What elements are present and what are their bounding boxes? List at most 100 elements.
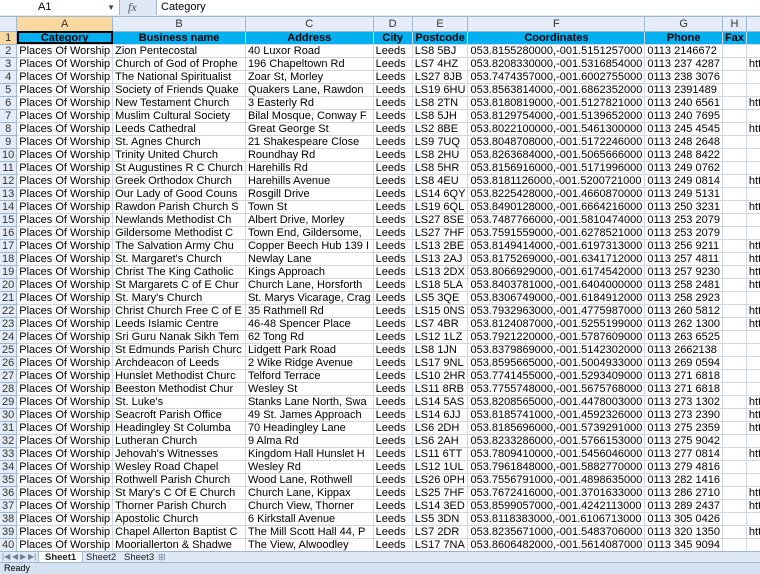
cell[interactable]: Leeds Cathedral — [112, 122, 246, 136]
cell[interactable]: Rothwell Parish Church — [112, 473, 246, 487]
cell[interactable]: 053.8181126000,-001.5200721000 — [467, 174, 646, 188]
cell[interactable]: 053.8185696000,-001.5739291000 — [467, 421, 646, 435]
cell[interactable]: Albert Drive, Morley — [245, 213, 374, 227]
cell[interactable]: Leeds — [373, 122, 413, 136]
cell[interactable]: 0113 249 5131 — [644, 187, 723, 201]
cell[interactable]: Places Of Worship — [16, 44, 114, 58]
cell[interactable] — [722, 148, 747, 162]
cell[interactable]: 0113 257 9230 — [644, 265, 723, 279]
cell[interactable]: http://www.stmargaretshorsforth.org.uk — [746, 278, 760, 292]
spreadsheet-grid[interactable]: ABCDEFGHIJ 1CategoryBusiness nameAddress… — [0, 17, 760, 551]
cell[interactable] — [722, 434, 747, 448]
cell[interactable]: http://www.leedsic.com — [746, 317, 760, 331]
cell[interactable]: 053.8129754000,-001.5139652000 — [467, 109, 646, 123]
cell[interactable]: 0113 250 3231 — [644, 200, 723, 214]
cell[interactable]: 0113 249 0814 — [644, 174, 723, 188]
cell[interactable] — [722, 213, 747, 227]
cell[interactable] — [746, 70, 760, 84]
cell[interactable]: LS6 2DH — [412, 421, 469, 435]
cell[interactable]: Places Of Worship — [16, 460, 114, 474]
cell[interactable]: 62 Tong Rd — [245, 330, 374, 344]
cell[interactable]: Leeds — [373, 252, 413, 266]
cell[interactable]: Leeds — [373, 369, 413, 383]
cell[interactable]: Places Of Worship — [16, 538, 114, 551]
column-header-b[interactable]: B — [112, 17, 246, 32]
cell[interactable]: Stanks Lane North, Swa — [245, 395, 374, 409]
cell[interactable]: Kingdom Hall Hunslet H — [245, 447, 374, 461]
cell[interactable]: 0113 262 1300 — [644, 317, 723, 331]
cell[interactable]: Church View, Thorner — [245, 499, 374, 513]
cell[interactable]: LS8 2HU — [412, 148, 469, 162]
cell[interactable]: 196 Chapeltown Rd — [245, 57, 374, 71]
cell[interactable]: Town End, Gildersome, — [245, 226, 374, 240]
cell[interactable]: Leeds — [373, 265, 413, 279]
cell[interactable]: 0113 279 4816 — [644, 460, 723, 474]
row-header[interactable]: 24 — [0, 330, 18, 344]
column-header-d[interactable]: D — [373, 17, 413, 32]
cell[interactable]: 053.8124087000,-001.5255199000 — [467, 317, 646, 331]
cell[interactable]: LS13 2BE — [412, 239, 469, 253]
next-sheet-icon[interactable]: ▶ — [20, 552, 26, 561]
row-header[interactable]: 18 — [0, 252, 18, 266]
cell[interactable]: St Augustines R C Church — [112, 161, 246, 175]
cell[interactable]: 0113 258 2923 — [644, 291, 723, 305]
cell[interactable]: Mooriallerton & Shadwe — [112, 538, 246, 551]
row-header[interactable]: 6 — [0, 96, 18, 110]
row-header[interactable]: 2 — [0, 44, 18, 58]
cell[interactable]: LS5 3QE — [412, 291, 469, 305]
header-cell[interactable]: Address — [245, 31, 374, 45]
cell[interactable]: 0113 269 0594 — [644, 356, 723, 370]
cell[interactable]: Harehills Avenue — [245, 174, 374, 188]
row-header[interactable]: 23 — [0, 317, 18, 331]
row-header[interactable]: 12 — [0, 174, 18, 188]
cell[interactable]: 0113 240 7695 — [644, 109, 723, 123]
cell[interactable]: http://christchurchleeds.org.uk — [746, 304, 760, 318]
cell[interactable]: The National Spiritualist — [112, 70, 246, 84]
cell[interactable] — [722, 408, 747, 422]
cell[interactable] — [722, 538, 747, 551]
cell[interactable]: Places Of Worship — [16, 135, 114, 149]
cell[interactable]: 053.8180819000,-001.5127821000 — [467, 96, 646, 110]
cell[interactable]: Great George St — [245, 122, 374, 136]
cell[interactable]: New Testament Church — [112, 96, 246, 110]
cell[interactable]: St. Luke's — [112, 395, 246, 409]
cell[interactable]: Places Of Worship — [16, 304, 114, 318]
cell[interactable]: 053.7755748000,-001.5675768000 — [467, 382, 646, 396]
cell[interactable]: Places Of Worship — [16, 434, 114, 448]
cell[interactable]: Leeds — [373, 538, 413, 551]
row-header[interactable]: 36 — [0, 486, 18, 500]
cell[interactable] — [722, 473, 747, 487]
cell[interactable]: Trinity United Church — [112, 148, 246, 162]
cell[interactable]: http://www.salvationarm — [746, 239, 760, 253]
cell[interactable]: LS10 2HR — [412, 369, 469, 383]
cell[interactable]: Beeston Methodist Chur — [112, 382, 246, 396]
cell[interactable]: 0113 237 4287 — [644, 57, 723, 71]
cell[interactable]: 053.8175269000,-001.6341712000 — [467, 252, 646, 266]
cell[interactable] — [722, 291, 747, 305]
row-header[interactable]: 3 — [0, 57, 18, 71]
cell[interactable] — [746, 460, 760, 474]
cell[interactable] — [722, 135, 747, 149]
cell[interactable]: Leeds — [373, 356, 413, 370]
row-header[interactable]: 25 — [0, 343, 18, 357]
cell[interactable]: 0113 277 0814 — [644, 447, 723, 461]
cell[interactable] — [722, 83, 747, 97]
cell[interactable]: 053.7556791000,-001.4898635000 — [467, 473, 646, 487]
cell[interactable]: 0113 238 3076 — [644, 70, 723, 84]
cell[interactable]: LS2 8BE — [412, 122, 469, 136]
cell[interactable]: 0113 275 9042 — [644, 434, 723, 448]
cell[interactable]: Places Of Worship — [16, 83, 114, 97]
column-header-h[interactable]: H — [722, 17, 747, 32]
cell[interactable] — [722, 369, 747, 383]
select-all-corner[interactable] — [0, 17, 18, 32]
cell[interactable]: Places Of Worship — [16, 187, 114, 201]
cell[interactable] — [722, 304, 747, 318]
cell[interactable]: 053.7591559000,-001.6278521000 — [467, 226, 646, 240]
row-header[interactable]: 16 — [0, 226, 18, 240]
cell[interactable]: Leeds — [373, 525, 413, 539]
function-icon[interactable]: fx — [128, 0, 150, 15]
cell[interactable]: http://www.christthekingleeds.co.uk — [746, 265, 760, 279]
cell[interactable]: Leeds — [373, 226, 413, 240]
cell[interactable] — [746, 187, 760, 201]
cell[interactable]: St. Margaret's Church — [112, 252, 246, 266]
